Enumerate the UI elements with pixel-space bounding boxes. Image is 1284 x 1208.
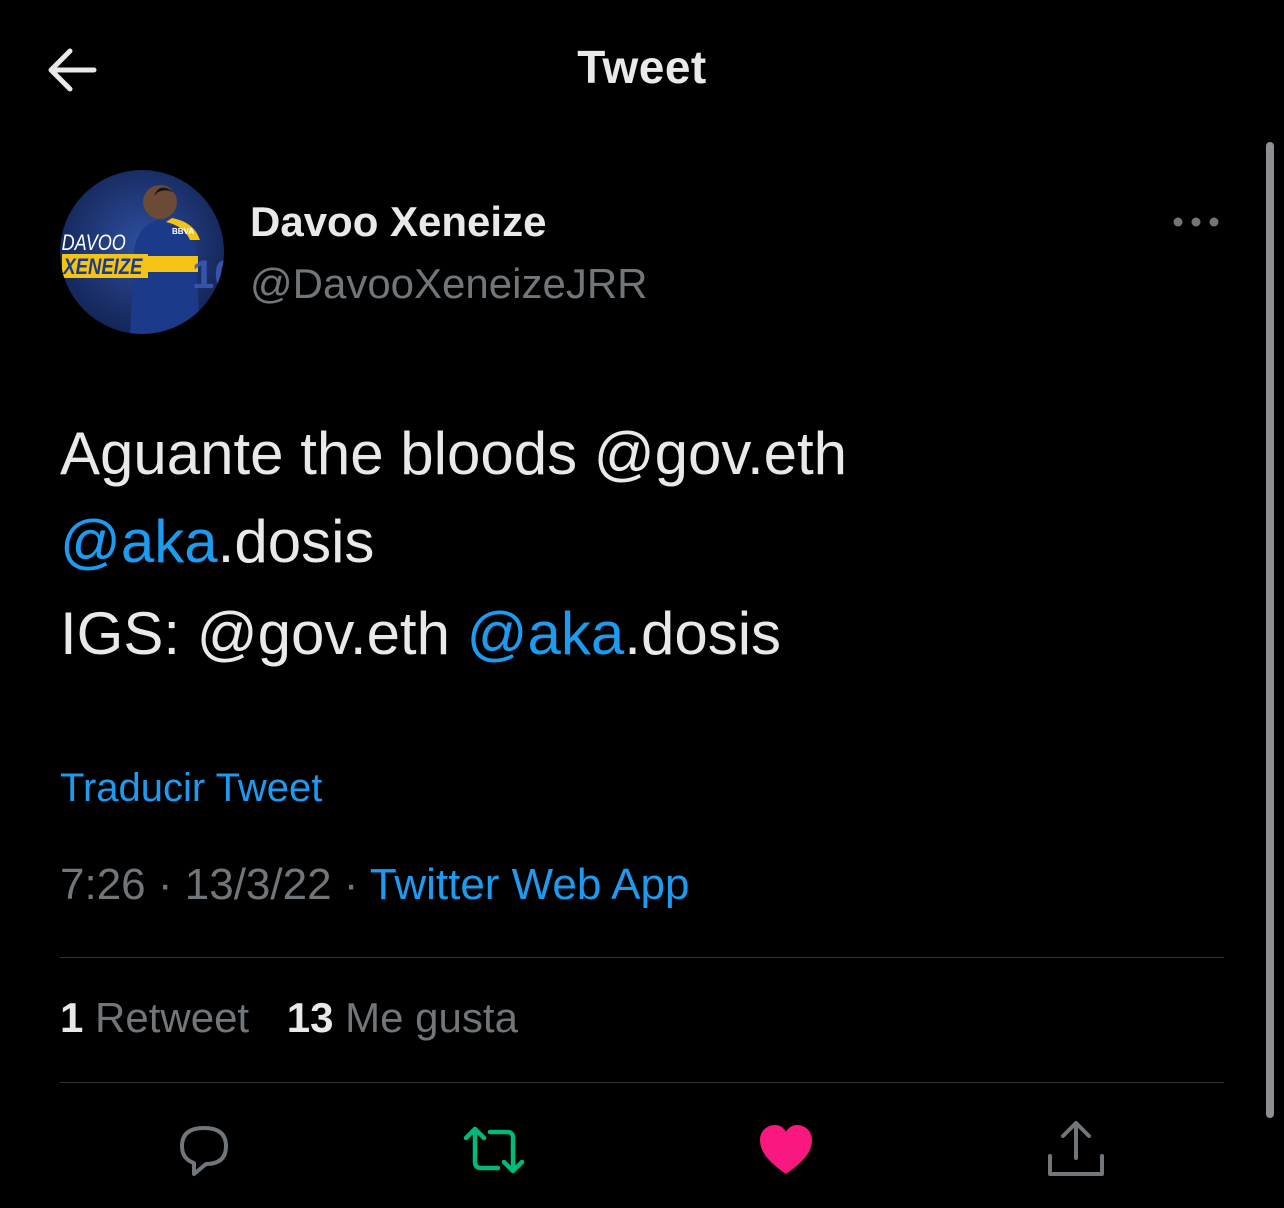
retweet-icon <box>463 1126 525 1174</box>
divider <box>60 957 1224 958</box>
translate-tweet-link[interactable]: Traducir Tweet <box>60 766 322 811</box>
tweet-text: Aguante the bloods @gov.eth @aka.dosis I… <box>60 410 1230 678</box>
retweets-count: 1 <box>60 994 84 1041</box>
more-options-button[interactable] <box>1168 204 1224 240</box>
tweet-time[interactable]: 7:26 <box>60 860 146 909</box>
avatar-image: BBVA 10 DAVOO XENEIZE <box>60 170 224 334</box>
page-title: Tweet <box>577 41 707 93</box>
tweet-line-3-rest: .dosis <box>624 600 782 667</box>
divider <box>60 1082 1224 1083</box>
meta-separator: · <box>331 860 370 909</box>
likes-label: Me gusta <box>333 994 518 1041</box>
author-name[interactable]: Davoo Xeneize <box>250 198 546 246</box>
tweet-stats: 1 Retweet 13 Me gusta <box>60 994 544 1042</box>
tweet-paragraph-1: Aguante the bloods @gov.eth @aka.dosis <box>60 410 1230 586</box>
top-bar: Tweet <box>0 0 1284 136</box>
tweet-paragraph-2: IGS: @gov.eth @aka.dosis <box>60 590 1230 678</box>
tweet-line-2-rest: .dosis <box>217 508 375 575</box>
svg-text:10: 10 <box>192 253 224 297</box>
reply-button[interactable] <box>172 1118 236 1182</box>
share-icon <box>1048 1121 1104 1176</box>
heart-icon <box>760 1125 812 1174</box>
svg-text:XENEIZE: XENEIZE <box>62 256 143 280</box>
mention-aka-link-2[interactable]: @aka <box>467 600 625 667</box>
likes-count: 13 <box>286 994 334 1041</box>
more-horizontal-icon <box>1173 217 1219 227</box>
tweet-line-3-prefix: IGS: @gov.eth <box>60 600 467 667</box>
likes-stat[interactable]: 13 Me gusta <box>287 994 518 1041</box>
tweet-line-1: Aguante the bloods @gov.eth <box>60 420 848 487</box>
reply-icon <box>180 1126 228 1176</box>
author-handle[interactable]: @DavooXeneizeJRR <box>250 260 647 308</box>
retweet-button[interactable] <box>462 1118 526 1182</box>
meta-separator: · <box>145 860 185 909</box>
avatar[interactable]: BBVA 10 DAVOO XENEIZE <box>60 170 224 334</box>
scrollbar[interactable] <box>1266 142 1274 1118</box>
tweet-detail-page: Tweet BBVA 10 DAVOO XENEIZE Davoo <box>0 0 1284 1208</box>
svg-text:BBVA: BBVA <box>172 227 194 236</box>
retweets-label: Retweet <box>83 994 250 1041</box>
tweet-date[interactable]: 13/3/22 <box>185 860 332 909</box>
like-button[interactable] <box>754 1118 818 1182</box>
svg-text:DAVOO: DAVOO <box>62 231 126 255</box>
retweets-stat[interactable]: 1 Retweet <box>60 994 249 1041</box>
tweet-source-link[interactable]: Twitter Web App <box>370 860 690 909</box>
mention-aka-link[interactable]: @aka <box>60 508 218 575</box>
tweet-metadata: 7:26 · 13/3/22 · Twitter Web App <box>60 860 689 910</box>
share-button[interactable] <box>1044 1118 1108 1182</box>
